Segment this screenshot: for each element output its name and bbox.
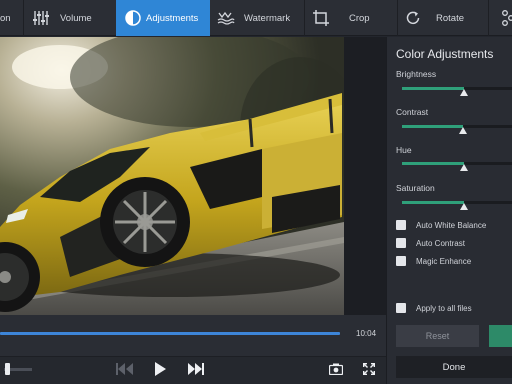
video-frame — [0, 37, 344, 315]
brightness-fill — [402, 87, 464, 90]
tab-more[interactable] — [489, 0, 512, 36]
saturation-label: Saturation — [396, 183, 435, 193]
tab-partial-label: on — [0, 13, 11, 24]
apply-to-all-checkbox[interactable] — [396, 303, 406, 313]
tab-rotate-label: Rotate — [436, 13, 464, 24]
reset-button[interactable]: Reset — [396, 325, 479, 347]
fullscreen-icon[interactable] — [363, 363, 375, 375]
snapshot-icon[interactable] — [329, 363, 343, 375]
skip-forward-icon[interactable] — [187, 363, 205, 375]
tab-volume[interactable]: Volume — [24, 0, 116, 36]
panel-title: Color Adjustments — [396, 47, 494, 61]
contrast-label: Contrast — [396, 107, 429, 117]
contrast-slider[interactable] — [402, 125, 512, 128]
seek-bar[interactable] — [0, 332, 340, 335]
saturation-slider[interactable] — [402, 201, 512, 204]
tab-adjustments[interactable]: Adjustments — [116, 0, 210, 36]
crop-icon — [313, 10, 329, 26]
saturation-knob[interactable] — [459, 203, 468, 210]
saturation-fill — [402, 201, 464, 204]
brightness-knob[interactable] — [459, 89, 468, 96]
hue-slider[interactable] — [402, 162, 512, 165]
tab-volume-label: Volume — [60, 13, 92, 24]
play-icon[interactable] — [154, 362, 166, 376]
hue-fill — [402, 162, 464, 165]
auto-white-balance-checkbox[interactable] — [396, 220, 406, 230]
brightness-slider[interactable] — [402, 87, 512, 90]
contrast-knob[interactable] — [458, 127, 467, 134]
tab-rotate[interactable]: Rotate — [398, 0, 488, 36]
video-preview[interactable] — [0, 37, 344, 315]
done-button[interactable]: Done — [396, 356, 512, 378]
preview-letterbox — [344, 37, 386, 315]
auto-white-balance-label: Auto White Balance — [416, 221, 487, 230]
apply-button[interactable] — [489, 325, 512, 347]
contrast-icon — [125, 10, 141, 26]
tab-crop-label: Crop — [349, 13, 370, 24]
volume-knob[interactable] — [4, 363, 10, 375]
apply-to-all-label: Apply to all files — [416, 304, 472, 313]
duration-label: 10:04 — [356, 329, 377, 338]
toolbar: on Volume Adjustments Watermark Crop Rot… — [0, 0, 512, 36]
tab-crop[interactable]: Crop — [305, 0, 397, 36]
magic-enhance-label: Magic Enhance — [416, 257, 472, 266]
hue-label: Hue — [396, 145, 412, 155]
equalizer-icon — [33, 11, 49, 25]
rotate-icon — [406, 11, 420, 25]
brightness-label: Brightness — [396, 69, 437, 79]
auto-contrast-checkbox[interactable] — [396, 238, 406, 248]
hue-knob[interactable] — [459, 164, 468, 171]
tab-watermark[interactable]: Watermark — [210, 0, 304, 36]
contrast-fill — [402, 125, 463, 128]
tab-watermark-label: Watermark — [244, 13, 291, 24]
watermark-icon — [217, 11, 235, 25]
auto-contrast-label: Auto Contrast — [416, 239, 465, 248]
tab-partial[interactable]: on — [0, 0, 23, 36]
tab-adjustments-label: Adjustments — [146, 13, 199, 24]
magic-enhance-checkbox[interactable] — [396, 256, 406, 266]
effects-icon — [502, 10, 512, 26]
skip-back-icon[interactable] — [116, 363, 134, 375]
